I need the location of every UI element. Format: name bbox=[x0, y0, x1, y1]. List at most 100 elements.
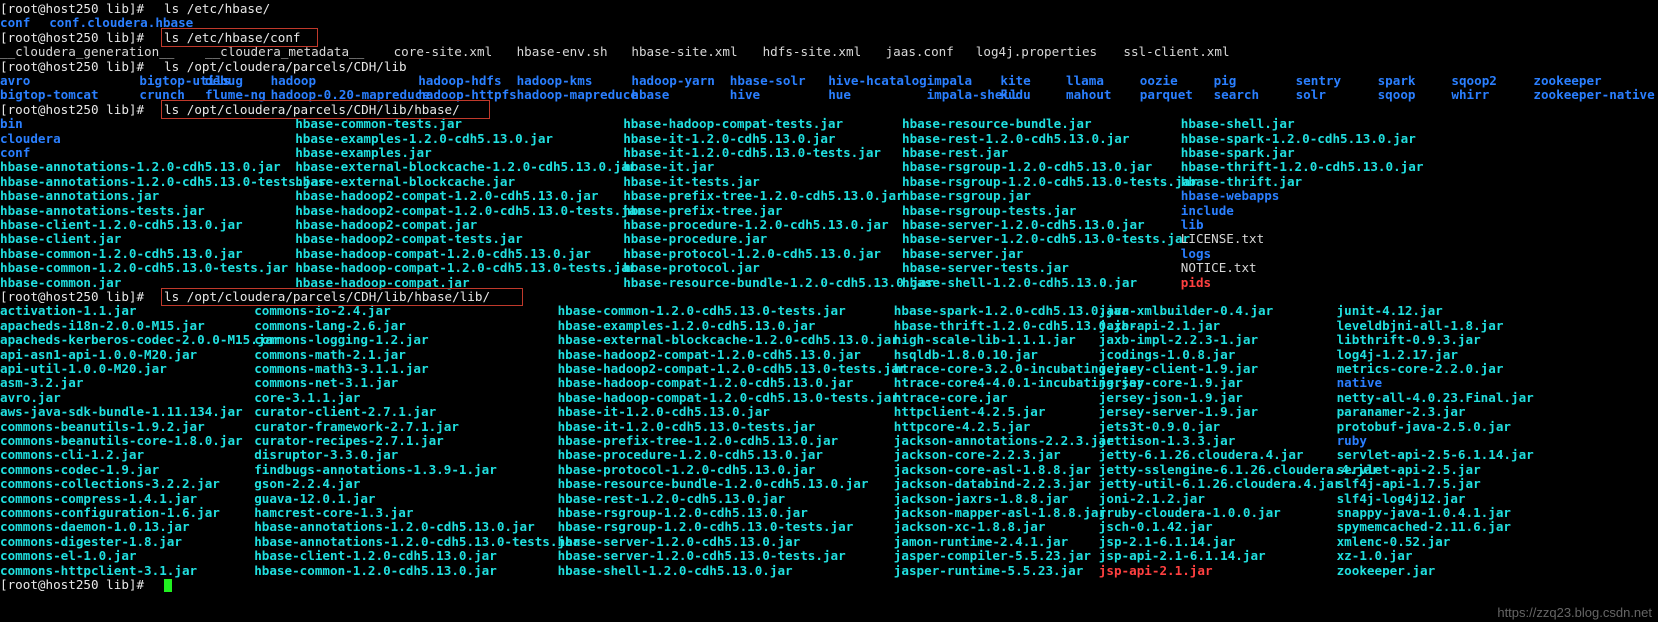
fs-entry[interactable]: protobuf-java-2.5.0.jar bbox=[1337, 419, 1511, 434]
fs-entry[interactable]: hbase-common-1.2.0-cdh5.13.0.jar bbox=[0, 246, 243, 261]
fs-entry[interactable]: hbase-hadoop2-compat-1.2.0-cdh5.13.0-tes… bbox=[558, 361, 907, 376]
fs-entry-dir[interactable]: hue bbox=[828, 87, 851, 102]
fs-entry[interactable]: hbase-client-1.2.0-cdh5.13.0.jar bbox=[0, 217, 243, 232]
fs-entry[interactable]: LICENSE.txt bbox=[1181, 231, 1264, 246]
fs-entry[interactable]: commons-math-2.1.jar bbox=[254, 347, 406, 362]
fs-entry[interactable]: java-xmlbuilder-0.4.jar bbox=[1099, 303, 1273, 318]
fs-entry-dir[interactable]: hadoop-httpfs bbox=[418, 87, 517, 102]
fs-entry-dir[interactable]: hadoop-mapreduce bbox=[517, 87, 638, 102]
fs-entry-dir[interactable]: spark bbox=[1378, 73, 1416, 88]
fs-entry[interactable]: hbase-hadoop-compat.jar bbox=[295, 275, 469, 290]
fs-entry[interactable]: hbase-common-1.2.0-cdh5.13.0.jar bbox=[254, 563, 497, 578]
fs-entry-dir[interactable]: hive-hcatalog bbox=[828, 73, 927, 88]
fs-entry[interactable]: ruby bbox=[1337, 433, 1367, 448]
fs-entry-dir[interactable]: hadoop-0.20-mapreduce bbox=[271, 87, 430, 102]
fs-entry[interactable]: leveldbjni-all-1.8.jar bbox=[1337, 318, 1504, 333]
fs-entry[interactable]: hbase-hadoop2-compat.jar bbox=[295, 217, 477, 232]
fs-entry[interactable]: commons-httpclient-3.1.jar bbox=[0, 563, 197, 578]
fs-entry[interactable]: jasper-compiler-5.5.23.jar bbox=[894, 548, 1091, 563]
fs-entry[interactable]: conf bbox=[0, 15, 30, 30]
fs-entry-dir[interactable]: pig bbox=[1214, 73, 1237, 88]
fs-entry[interactable]: avro.jar bbox=[0, 390, 61, 405]
fs-entry[interactable]: hbase-procedure.jar bbox=[623, 231, 767, 246]
fs-entry[interactable]: curator-client-2.7.1.jar bbox=[254, 404, 436, 419]
fs-entry[interactable]: hbase-it-tests.jar bbox=[623, 174, 759, 189]
fs-entry[interactable]: jackson-core-asl-1.8.8.jar bbox=[894, 462, 1091, 477]
fs-entry[interactable]: hbase-procedure-1.2.0-cdh5.13.0.jar bbox=[623, 217, 888, 232]
fs-entry[interactable]: lib bbox=[1181, 217, 1204, 232]
fs-entry[interactable]: log4j-1.2.17.jar bbox=[1337, 347, 1458, 362]
fs-entry[interactable]: NOTICE.txt bbox=[1181, 260, 1257, 275]
fs-entry[interactable]: jets3t-0.9.0.jar bbox=[1099, 419, 1220, 434]
fs-entry[interactable]: bin bbox=[0, 116, 23, 131]
fs-entry[interactable]: jackson-core-2.2.3.jar bbox=[894, 447, 1061, 462]
fs-entry[interactable]: hbase-external-blockcache-1.2.0-cdh5.13.… bbox=[295, 159, 636, 174]
fs-entry[interactable]: jackson-annotations-2.2.3.jar bbox=[894, 433, 1114, 448]
fs-entry[interactable]: jsp-api-2.1.jar bbox=[1099, 563, 1213, 578]
fs-entry[interactable]: findbugs-annotations-1.3.9-1.jar bbox=[254, 462, 497, 477]
fs-entry[interactable]: jamon-runtime-2.4.1.jar bbox=[894, 534, 1068, 549]
fs-entry[interactable]: hbase-hadoop-compat-tests.jar bbox=[623, 116, 843, 131]
fs-entry-dir[interactable]: hadoop-kms bbox=[517, 73, 593, 88]
fs-entry[interactable]: netty-all-4.0.23.Final.jar bbox=[1337, 390, 1534, 405]
fs-entry[interactable]: hbase-spark-1.2.0-cdh5.13.0.jar bbox=[1181, 131, 1416, 146]
fs-entry-dir[interactable]: sqoop bbox=[1378, 87, 1416, 102]
fs-entry[interactable]: api-util-1.0.0-M20.jar bbox=[0, 361, 167, 376]
fs-entry[interactable]: commons-digester-1.8.jar bbox=[0, 534, 182, 549]
fs-entry[interactable]: slf4j-log4j12.jar bbox=[1337, 491, 1466, 506]
fs-entry-dir[interactable]: debug bbox=[205, 73, 243, 88]
fs-entry[interactable]: hbase-external-blockcache-1.2.0-cdh5.13.… bbox=[558, 332, 899, 347]
fs-entry[interactable]: hbase-rest-1.2.0-cdh5.13.0.jar bbox=[558, 491, 785, 506]
fs-entry-dir[interactable]: kite bbox=[1000, 73, 1030, 88]
fs-entry-dir[interactable]: hadoop-hdfs bbox=[418, 73, 501, 88]
fs-entry-dir[interactable]: sentry bbox=[1296, 73, 1342, 88]
fs-entry[interactable]: hbase-annotations-tests.jar bbox=[0, 203, 205, 218]
fs-entry[interactable]: guava-12.0.1.jar bbox=[254, 491, 375, 506]
fs-entry[interactable]: apacheds-i18n-2.0.0-M15.jar bbox=[0, 318, 205, 333]
fs-entry-dir[interactable]: hadoop bbox=[271, 73, 317, 88]
fs-entry[interactable]: hbase-server-1.2.0-cdh5.13.0.jar bbox=[902, 217, 1145, 232]
fs-entry[interactable]: hbase-examples.jar bbox=[295, 145, 431, 160]
fs-entry-dir[interactable]: sqoop2 bbox=[1451, 73, 1497, 88]
fs-entry[interactable]: hbase-env.sh bbox=[517, 44, 608, 59]
fs-entry[interactable]: hamcrest-core-1.3.jar bbox=[254, 505, 413, 520]
fs-entry-dir[interactable]: kudu bbox=[1000, 87, 1030, 102]
fs-entry[interactable]: commons-compress-1.4.1.jar bbox=[0, 491, 197, 506]
fs-entry[interactable]: curator-framework-2.7.1.jar bbox=[254, 419, 459, 434]
fs-entry[interactable]: hbase-client-1.2.0-cdh5.13.0.jar bbox=[254, 548, 497, 563]
fs-entry[interactable]: __cloudera_generation__ bbox=[0, 44, 174, 59]
fs-entry[interactable]: commons-daemon-1.0.13.jar bbox=[0, 519, 190, 534]
fs-entry[interactable]: jsp-api-2.1-6.1.14.jar bbox=[1099, 548, 1266, 563]
fs-entry[interactable]: commons-lang-2.6.jar bbox=[254, 318, 406, 333]
fs-entry[interactable]: gson-2.2.4.jar bbox=[254, 476, 360, 491]
fs-entry[interactable]: apacheds-kerberos-codec-2.0.0-M15.jar bbox=[0, 332, 281, 347]
fs-entry[interactable]: hbase-server-1.2.0-cdh5.13.0-tests.jar bbox=[902, 231, 1190, 246]
fs-entry-dir[interactable]: search bbox=[1214, 87, 1260, 102]
fs-entry[interactable]: snappy-java-1.0.4.1.jar bbox=[1337, 505, 1511, 520]
fs-entry-dir[interactable]: parquet bbox=[1140, 87, 1193, 102]
fs-entry[interactable]: commons-configuration-1.6.jar bbox=[0, 505, 220, 520]
fs-entry[interactable]: pids bbox=[1181, 275, 1211, 290]
fs-entry[interactable]: high-scale-lib-1.1.1.jar bbox=[894, 332, 1076, 347]
fs-entry-dir[interactable]: avro bbox=[0, 73, 30, 88]
fs-entry[interactable]: paranamer-2.3.jar bbox=[1337, 404, 1466, 419]
fs-entry[interactable]: curator-recipes-2.7.1.jar bbox=[254, 433, 444, 448]
fs-entry[interactable]: hbase-hadoop-compat-1.2.0-cdh5.13.0.jar bbox=[558, 375, 854, 390]
fs-entry[interactable]: jersey-server-1.9.jar bbox=[1099, 404, 1258, 419]
fs-entry[interactable]: hbase-it.jar bbox=[623, 159, 714, 174]
fs-entry[interactable]: commons-io-2.4.jar bbox=[254, 303, 390, 318]
fs-entry[interactable]: hbase-server-1.2.0-cdh5.13.0-tests.jar bbox=[558, 548, 846, 563]
fs-entry[interactable]: junit-4.12.jar bbox=[1337, 303, 1443, 318]
fs-entry-dir[interactable]: hive bbox=[730, 87, 760, 102]
fs-entry[interactable]: hbase-prefix-tree.jar bbox=[623, 203, 782, 218]
fs-entry[interactable]: hbase-procedure-1.2.0-cdh5.13.0.jar bbox=[558, 447, 823, 462]
fs-entry-dir[interactable]: zookeeper bbox=[1533, 73, 1601, 88]
fs-entry[interactable]: commons-codec-1.9.jar bbox=[0, 462, 159, 477]
fs-entry[interactable]: hbase-shell-1.2.0-cdh5.13.0.jar bbox=[902, 275, 1137, 290]
fs-entry[interactable]: jaxb-api-2.1.jar bbox=[1099, 318, 1220, 333]
fs-entry[interactable]: hbase-hadoop2-compat-1.2.0-cdh5.13.0.jar bbox=[558, 347, 861, 362]
fs-entry[interactable]: hbase-hadoop-compat-1.2.0-cdh5.13.0.jar bbox=[295, 246, 591, 261]
fs-entry-dir[interactable]: solr bbox=[1296, 87, 1326, 102]
fs-entry[interactable]: hbase-protocol.jar bbox=[623, 260, 759, 275]
fs-entry-dir[interactable]: hbase-solr bbox=[730, 73, 806, 88]
